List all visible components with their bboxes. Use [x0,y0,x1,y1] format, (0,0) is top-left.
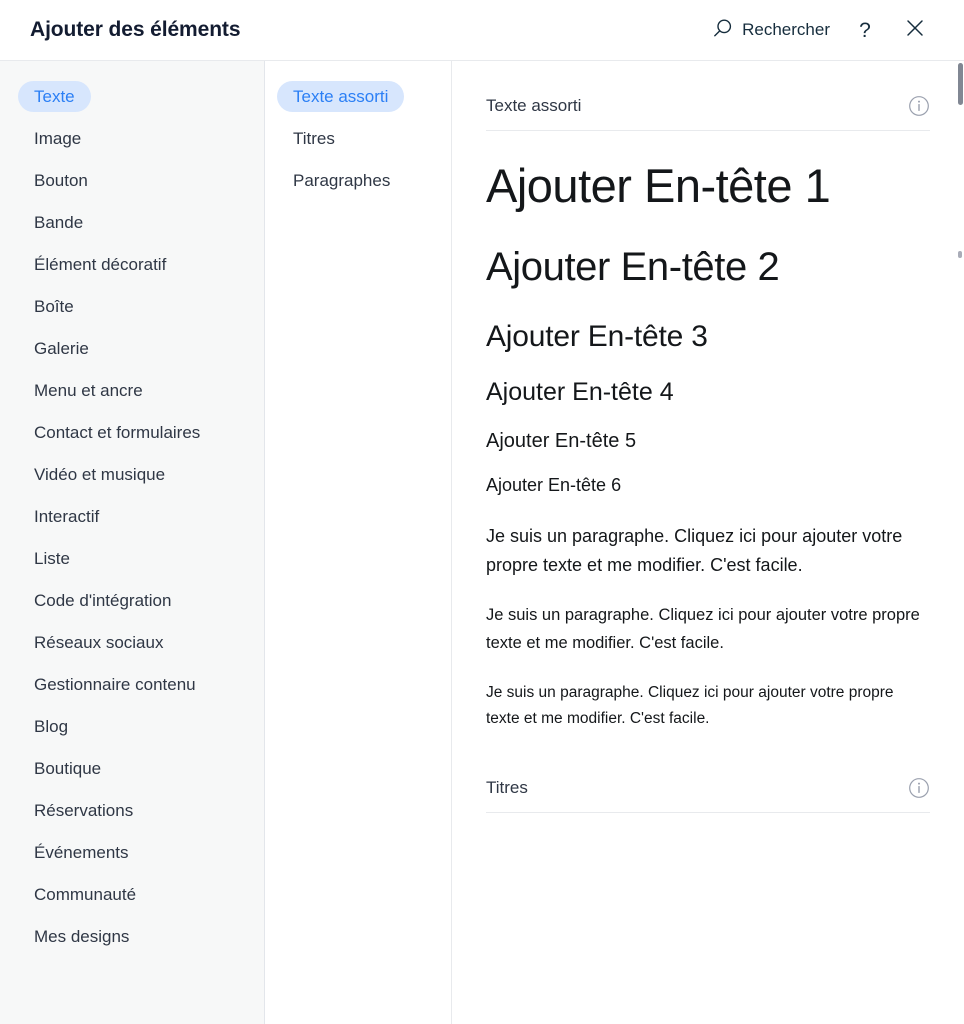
paragraph-sample-2[interactable]: Je suis un paragraphe. Cliquez ici pour … [486,602,930,657]
heading-sample-6[interactable]: Ajouter En-tête 6 [486,474,930,497]
sidebar-item-image[interactable]: Image [0,117,264,159]
info-icon[interactable] [908,777,930,799]
sidebar-item-communaut[interactable]: Communauté [0,873,264,915]
sidebar-item-label: Liste [34,548,70,568]
sidebar-item-mes-designs[interactable]: Mes designs [0,915,264,957]
sidebar-item-label: Menu et ancre [34,380,143,400]
sidebar-item-texte[interactable]: Texte [0,75,264,117]
sidebar-item-label: Texte [18,80,91,112]
header-actions: Rechercher ? [707,9,936,51]
sidebar-item-label: Communauté [34,884,137,904]
sidebar-item-liste[interactable]: Liste [0,537,264,579]
paragraph-sample-3[interactable]: Je suis un paragraphe. Cliquez ici pour … [486,680,916,733]
subcategory-sidebar: Texte assorti Titres Paragraphes [265,61,452,1024]
sidebar-item-gestionnaire-contenu[interactable]: Gestionnaire contenu [0,663,264,705]
sidebar-item-vid-o-et-musique[interactable]: Vidéo et musique [0,453,264,495]
heading-sample-5[interactable]: Ajouter En-tête 5 [486,429,930,454]
sidebar-item-label: Gestionnaire contenu [34,674,196,694]
close-button[interactable] [894,9,936,51]
sidebar-item-label: Contact et formulaires [34,422,201,442]
scrollbar-thumb[interactable] [958,63,963,105]
heading-sample-2[interactable]: Ajouter En-tête 2 [486,242,930,292]
sidebar-item-bouton[interactable]: Bouton [0,159,264,201]
scrollbar-tick [958,251,962,258]
sidebar-item-galerie[interactable]: Galerie [0,327,264,369]
sidebar-item-label: Blog [34,716,69,736]
section-header-texte-assorti: Texte assorti [486,61,930,131]
sidebar-item-label: Bande [34,212,84,232]
sidebar-item-label: Mes designs [34,926,130,946]
section-title: Titres [486,778,528,798]
preview-pane: Texte assorti Ajouter En-tête 1 Ajouter E… [452,61,964,1024]
help-button[interactable]: ? [844,9,886,51]
close-icon [905,18,925,43]
paragraph-sample-1[interactable]: Je suis un paragraphe. Cliquez ici pour … [486,522,906,580]
sidebar-item-label: Boutique [34,758,102,778]
info-icon[interactable] [908,95,930,117]
search-icon [713,18,733,43]
sidebar-item-label: Vidéo et musique [34,464,166,484]
sidebar-item-label: Réseaux sociaux [34,632,164,652]
sidebar-item-bo-te[interactable]: Boîte [0,285,264,327]
search-button[interactable]: Rechercher [707,14,836,47]
preview-scrollbar[interactable] [955,61,963,1024]
section-title: Texte assorti [486,96,582,115]
sidebar-item-label: Bouton [34,170,88,190]
category-sidebar: Texte Image Bouton Bande Élément décoratif Bo… [0,61,265,1024]
subnav-item-label: Paragraphes [293,170,391,190]
subnav-item-texte-assorti[interactable]: Texte assorti [265,75,451,117]
heading-sample-1[interactable]: Ajouter En-tête 1 [486,157,930,216]
question-mark-icon: ? [859,18,871,42]
sidebar-item-code-d-int-gration[interactable]: Code d'intégration [0,579,264,621]
subnav-item-label: Titres [293,128,335,148]
sidebar-item-l-ment-d-coratif[interactable]: Élément décoratif [0,243,264,285]
heading-sample-3[interactable]: Ajouter En-tête 3 [486,318,930,356]
sidebar-item-contact-et-formulaires[interactable]: Contact et formulaires [0,411,264,453]
add-elements-panel: Ajouter des éléments Rechercher ? Texte … [0,0,964,1024]
subnav-item-titres[interactable]: Titres [265,117,451,159]
sidebar-item-label: Interactif [34,506,100,526]
sidebar-item-r-seaux-sociaux[interactable]: Réseaux sociaux [0,621,264,663]
subnav-item-paragraphes[interactable]: Paragraphes [265,159,451,201]
sidebar-item-label: Élément décoratif [34,254,167,274]
subnav-item-label: Texte assorti [277,80,405,112]
sidebar-item-bande[interactable]: Bande [0,201,264,243]
sidebar-item-menu-et-ancre[interactable]: Menu et ancre [0,369,264,411]
sidebar-item-label: Code d'intégration [34,590,172,610]
panel-body: Texte Image Bouton Bande Élément décoratif Bo… [0,61,964,1024]
sidebar-item-label: Boîte [34,296,74,316]
sidebar-item-r-servations[interactable]: Réservations [0,789,264,831]
section-header-titres: Titres [486,755,930,814]
search-button-label: Rechercher [742,20,830,39]
sidebar-item-v-nements[interactable]: Événements [0,831,264,873]
sidebar-item-label: Galerie [34,338,89,358]
sidebar-item-label: Réservations [34,800,134,820]
sidebar-item-boutique[interactable]: Boutique [0,747,264,789]
sidebar-item-label: Image [34,128,82,148]
sidebar-item-blog[interactable]: Blog [0,705,264,747]
text-samples-list: Ajouter En-tête 1 Ajouter En-tête 2 Ajoute… [486,131,930,733]
sidebar-item-label: Événements [34,842,129,862]
page-title: Ajouter des éléments [30,18,241,41]
heading-sample-4[interactable]: Ajouter En-tête 4 [486,377,930,408]
sidebar-item-interactif[interactable]: Interactif [0,495,264,537]
panel-header: Ajouter des éléments Rechercher ? [0,0,964,61]
